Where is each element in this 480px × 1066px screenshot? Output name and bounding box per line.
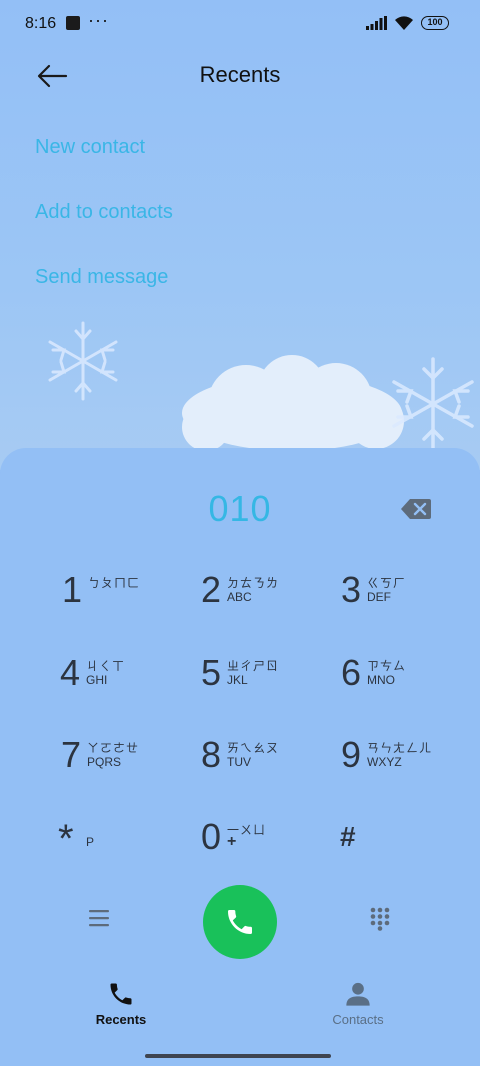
key-digit: 2 [201, 569, 222, 610]
key-digit: * [58, 817, 74, 861]
key-digit: 7 [61, 734, 82, 775]
dial-key-5[interactable]: 5 ㄓㄔㄕㄖ JKL [201, 651, 341, 711]
wifi-icon [395, 16, 413, 30]
dial-key-1[interactable]: 1 ㄅㄆㄇㄈ [62, 568, 202, 628]
new-contact-link[interactable]: New contact [35, 136, 145, 159]
key-letters: WXYZ [367, 755, 402, 769]
key-zhuyin: ㄚㄛㄜㄝ [87, 741, 140, 755]
dial-key-0[interactable]: 0 一ㄨㄩ + [201, 815, 341, 875]
menu-icon [89, 910, 109, 927]
key-letters: MNO [367, 673, 395, 687]
dial-key-8[interactable]: 8 ㄞㄟㄠㄡ TUV [201, 733, 341, 793]
notification-icon [66, 16, 80, 30]
dialpad-toggle-button[interactable] [370, 907, 390, 936]
key-digit: # [340, 821, 356, 852]
dial-key-9[interactable]: 9 ㄢㄣㄤㄥㄦ WXYZ [341, 733, 480, 793]
key-letters: TUV [227, 755, 251, 769]
key-letters: + [227, 833, 237, 850]
backspace-icon [401, 499, 431, 519]
tab-contacts-label: Contacts [332, 1012, 384, 1027]
key-digit: 9 [341, 734, 362, 775]
snowflake-decoration-icon [48, 321, 118, 401]
dial-key-3[interactable]: 3 ㄍㄎㄏ DEF [341, 568, 480, 628]
call-button[interactable] [203, 885, 277, 959]
tab-contacts[interactable]: Contacts [298, 978, 418, 1032]
key-zhuyin: ㄅㄆㄇㄈ [88, 576, 141, 590]
phone-icon [228, 910, 252, 934]
key-zhuyin: ㄍㄎㄏ [367, 576, 407, 590]
key-letters: ABC [227, 590, 252, 604]
dial-key-6[interactable]: 6 ㄗㄘㄙ MNO [341, 651, 480, 711]
tab-recents[interactable]: Recents [61, 978, 181, 1032]
key-letters: GHI [86, 673, 108, 687]
dialpad-icon [370, 907, 390, 931]
dial-key-4[interactable]: 4 ㄐㄑㄒ GHI [60, 651, 200, 711]
dial-key-hash[interactable]: # [340, 815, 480, 875]
key-letters: PQRS [87, 755, 122, 769]
key-digit: 1 [62, 569, 83, 610]
key-letters: P [86, 835, 95, 849]
signal-icon [366, 16, 387, 30]
menu-button[interactable] [88, 908, 110, 933]
key-zhuyin: ㄐㄑㄒ [86, 659, 126, 673]
dial-key-7[interactable]: 7 ㄚㄛㄜㄝ PQRS [61, 733, 201, 793]
cloud-decoration [182, 355, 404, 451]
key-digit: 3 [341, 569, 362, 610]
status-time: 8:16 [25, 15, 57, 32]
backspace-button[interactable] [400, 498, 432, 525]
key-letters: JKL [227, 673, 248, 687]
tab-recents-label: Recents [95, 1012, 147, 1027]
key-zhuyin: ㄗㄘㄙ [367, 659, 407, 673]
key-zhuyin: ㄉㄊㄋㄌ [227, 576, 280, 590]
key-letters: DEF [367, 590, 391, 604]
dial-key-2[interactable]: 2 ㄉㄊㄋㄌ ABC [201, 568, 341, 628]
add-to-contacts-link[interactable]: Add to contacts [35, 201, 173, 224]
key-digit: 8 [201, 734, 222, 775]
key-digit: 6 [341, 652, 362, 693]
person-icon [346, 982, 370, 1006]
status-bar: 8:16 ··· 100 [0, 0, 480, 46]
dial-key-star[interactable]: * P [58, 815, 198, 875]
snowflake-decoration-icon [392, 357, 474, 451]
key-zhuyin: ㄓㄔㄕㄖ [227, 659, 280, 673]
key-digit: 5 [201, 652, 222, 693]
key-zhuyin: ㄢㄣㄤㄥㄦ [367, 741, 433, 755]
page-title: Recents [199, 62, 281, 87]
home-indicator[interactable] [145, 1054, 331, 1058]
key-digit: 4 [60, 652, 81, 693]
key-zhuyin: ㄞㄟㄠㄡ [227, 741, 280, 755]
battery-icon: 100 [421, 16, 449, 30]
key-digit: 0 [201, 816, 222, 857]
more-notifications-icon: ··· [88, 10, 109, 30]
phone-icon [110, 983, 132, 1005]
send-message-link[interactable]: Send message [35, 266, 168, 289]
